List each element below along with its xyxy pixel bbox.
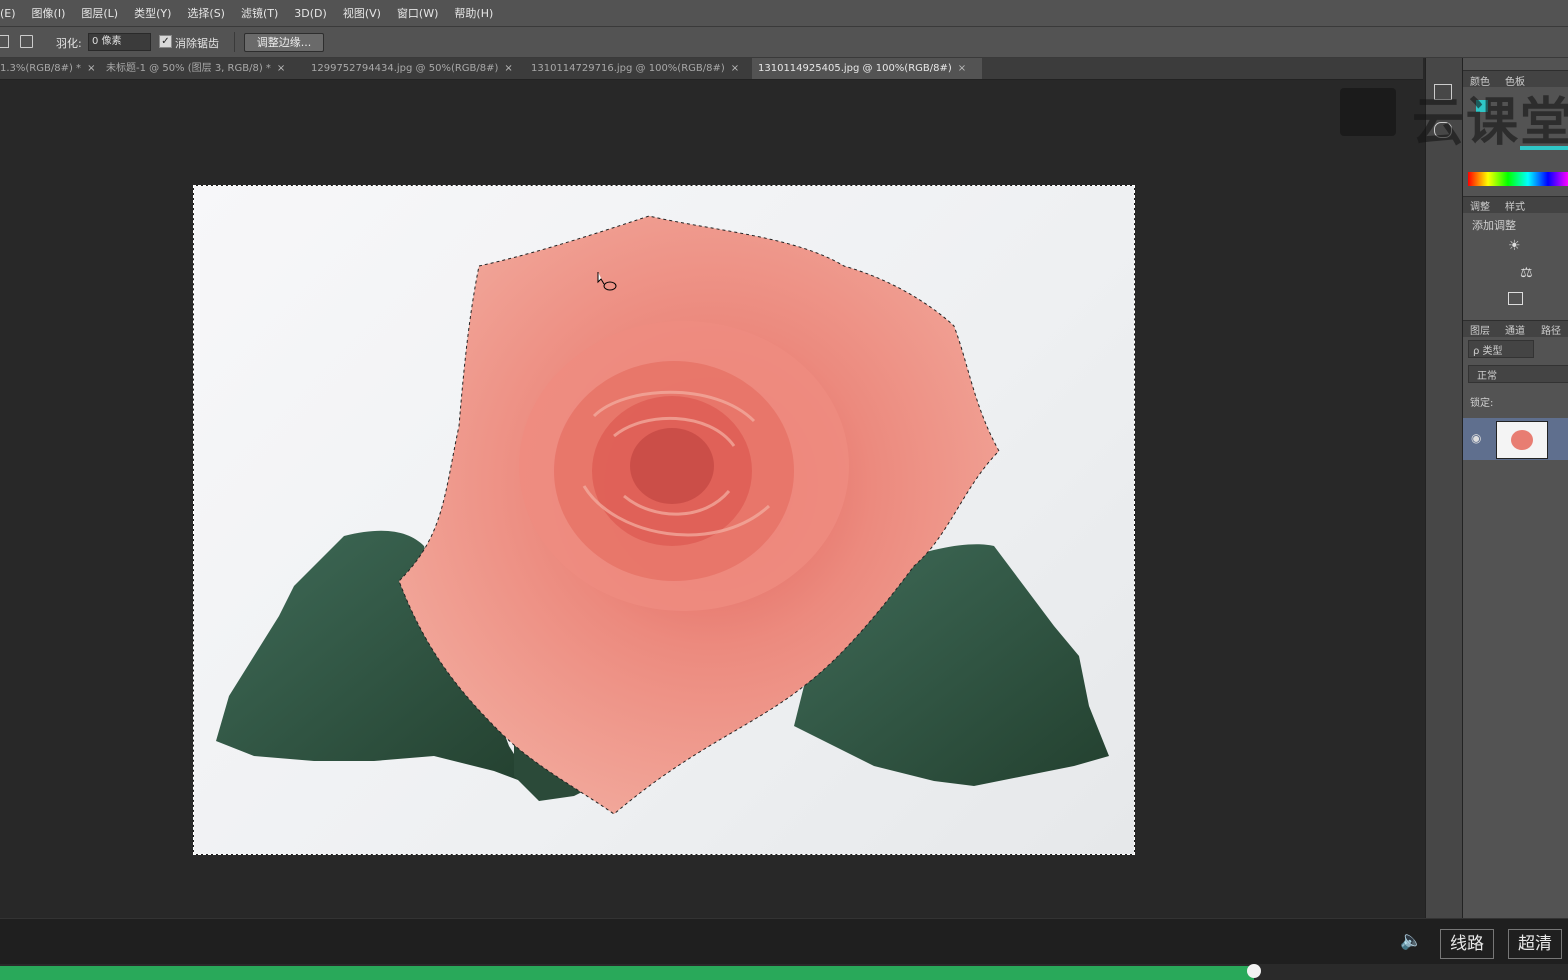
progress-knob[interactable] [1247, 964, 1261, 978]
close-icon[interactable]: × [731, 63, 739, 74]
feather-input[interactable]: 0 像素 [88, 33, 151, 51]
close-icon[interactable]: × [277, 63, 285, 74]
curves-icon[interactable] [1508, 292, 1523, 305]
brightness-icon[interactable]: ☀ [1508, 238, 1521, 254]
progress-fill [0, 966, 1254, 980]
tab-label: 1310114925405.jpg @ 100%(RGB/8#) [758, 63, 952, 74]
blend-mode-value: 正常 [1477, 371, 1497, 382]
tab-channels[interactable]: 通道 [1505, 322, 1525, 337]
volume-icon[interactable]: 🔈 [1400, 930, 1422, 951]
rose-image [216, 215, 1109, 815]
subtract-selection-icon[interactable] [0, 35, 9, 48]
antialias-checkbox[interactable]: ✓ [159, 35, 172, 48]
options-bar [0, 27, 1568, 58]
lock-label: 锁定: [1470, 398, 1494, 409]
layer-kind-filter[interactable]: ρ 类型 [1468, 340, 1534, 358]
menu-layer[interactable]: 图层(L) [81, 5, 118, 21]
tab-label: 1.3%(RGB/8#) * [0, 63, 82, 74]
menu-type[interactable]: 类型(Y) [134, 5, 171, 21]
antialias-label: 消除锯齿 [175, 37, 219, 50]
right-panels [1463, 58, 1568, 918]
quality-button[interactable]: 超清 [1508, 929, 1562, 959]
menu-bar: (E) 图像(I) 图层(L) 类型(Y) 选择(S) 滤镜(T) 3D(D) … [0, 0, 1568, 27]
route-button[interactable]: 线路 [1440, 929, 1494, 959]
toolbar-divider [234, 32, 235, 52]
close-icon[interactable]: × [87, 63, 95, 74]
document-canvas[interactable] [193, 185, 1135, 855]
eye-icon[interactable]: ◉ [1471, 431, 1481, 445]
menu-filter[interactable]: 滤镜(T) [241, 5, 278, 21]
tab-label: 未标题-1 @ 50% (图层 3, RGB/8) * [106, 63, 271, 74]
menu-image[interactable]: 图像(I) [32, 5, 66, 21]
menu-3d[interactable]: 3D(D) [294, 7, 327, 20]
color-spectrum-bar[interactable] [1468, 172, 1568, 186]
menu-help[interactable]: 帮助(H) [454, 5, 493, 21]
tab-layers[interactable]: 图层 [1470, 322, 1490, 337]
refine-edge-button[interactable]: 调整边缘... [244, 33, 324, 52]
tab-label: 1299752794434.jpg @ 50%(RGB/8#) [311, 63, 499, 74]
document-tab[interactable]: 1.3%(RGB/8#) * × [0, 58, 100, 79]
feather-label: 羽化: [56, 37, 82, 50]
document-tab[interactable]: 1299752794434.jpg @ 50%(RGB/8#) × [311, 58, 523, 79]
add-adjustment-label: 添加调整 [1472, 219, 1516, 232]
watermark-text: 云课堂 [1412, 93, 1568, 153]
document-tab[interactable]: 1310114729716.jpg @ 100%(RGB/8#) × [531, 58, 745, 79]
document-tab[interactable]: 未标题-1 @ 50% (图层 3, RGB/8) * × [106, 58, 302, 79]
panel-dock-strip [1425, 58, 1463, 918]
video-control-bar [0, 918, 1568, 967]
layer-thumbnail [1496, 421, 1548, 459]
tab-styles[interactable]: 样式 [1505, 198, 1525, 213]
menu-window[interactable]: 窗口(W) [397, 5, 438, 21]
tab-paths[interactable]: 路径 [1541, 322, 1561, 337]
close-icon[interactable]: × [504, 63, 512, 74]
balance-icon[interactable]: ⚖ [1520, 265, 1533, 281]
blend-mode-select[interactable]: 正常 [1468, 365, 1568, 383]
watermark-logo-icon [1340, 88, 1396, 136]
menu-edit[interactable]: (E) [0, 7, 16, 20]
thumbnail-rose [1511, 430, 1533, 450]
close-icon[interactable]: × [958, 63, 966, 74]
intersect-selection-icon[interactable] [20, 35, 33, 48]
layer-row[interactable]: ◉ [1463, 418, 1568, 460]
document-tab-active[interactable]: 1310114925405.jpg @ 100%(RGB/8#) × [752, 58, 982, 79]
menu-view[interactable]: 视图(V) [343, 5, 381, 21]
menu-select[interactable]: 选择(S) [187, 5, 225, 21]
tab-label: 1310114729716.jpg @ 100%(RGB/8#) [531, 63, 725, 74]
kind-filter-label: ρ 类型 [1473, 346, 1503, 357]
tab-adjustments[interactable]: 调整 [1470, 198, 1490, 213]
